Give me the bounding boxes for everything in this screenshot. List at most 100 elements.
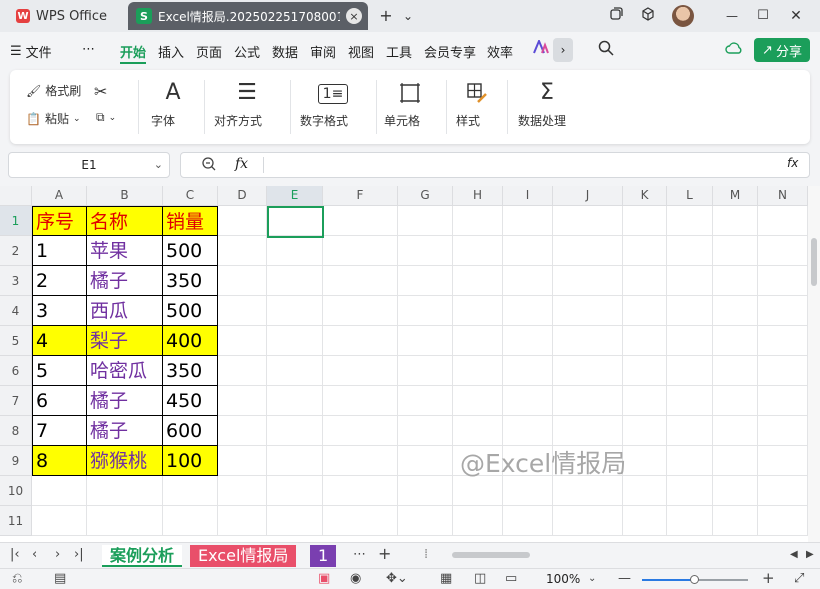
column-header-l[interactable]: L bbox=[667, 186, 713, 206]
empty-cell[interactable] bbox=[713, 386, 758, 416]
data-cell[interactable]: 哈密瓜 bbox=[87, 356, 163, 386]
empty-cell[interactable] bbox=[267, 236, 323, 266]
empty-cell[interactable] bbox=[87, 476, 163, 506]
data-cell[interactable]: 6 bbox=[32, 386, 87, 416]
empty-cell[interactable] bbox=[758, 236, 808, 266]
sheet-tab-excel-bureau[interactable]: Excel情报局 bbox=[190, 545, 297, 567]
empty-cell[interactable] bbox=[713, 476, 758, 506]
eye-icon[interactable]: ◉ bbox=[350, 571, 361, 586]
wps-home-tab[interactable]: W WPS Office bbox=[6, 3, 122, 29]
empty-cell[interactable] bbox=[553, 236, 623, 266]
empty-cell[interactable] bbox=[32, 476, 87, 506]
empty-cell[interactable] bbox=[758, 296, 808, 326]
paste-button[interactable]: 📋 粘贴 ⌄ bbox=[26, 110, 81, 127]
row-header-4[interactable]: 4 bbox=[0, 296, 32, 326]
menu-expand-button[interactable]: › bbox=[553, 38, 573, 62]
empty-cell[interactable] bbox=[267, 296, 323, 326]
ai-icon[interactable] bbox=[533, 38, 549, 58]
font-group[interactable]: A 字体 bbox=[142, 70, 204, 144]
empty-cell[interactable] bbox=[87, 506, 163, 536]
empty-cell[interactable] bbox=[713, 506, 758, 536]
zoom-search-icon[interactable] bbox=[201, 156, 217, 176]
empty-cell[interactable] bbox=[323, 326, 398, 356]
empty-cell[interactable] bbox=[667, 236, 713, 266]
empty-cell[interactable] bbox=[503, 206, 553, 236]
data-cell[interactable]: 梨子 bbox=[87, 326, 163, 356]
page-layout-view-icon[interactable]: ◫ bbox=[474, 571, 486, 586]
empty-cell[interactable] bbox=[667, 506, 713, 536]
more-menu-button[interactable]: ⋯ bbox=[82, 42, 95, 57]
horizontal-scroll-thumb[interactable] bbox=[452, 552, 530, 558]
vertical-scrollbar[interactable] bbox=[808, 186, 820, 542]
empty-cell[interactable] bbox=[667, 416, 713, 446]
empty-cell[interactable] bbox=[453, 266, 503, 296]
empty-cell[interactable] bbox=[453, 476, 503, 506]
menu-view[interactable]: 视图 bbox=[348, 42, 374, 61]
name-box[interactable]: E1 ⌄ bbox=[8, 152, 170, 178]
empty-cell[interactable] bbox=[218, 476, 267, 506]
empty-cell[interactable] bbox=[32, 506, 87, 536]
empty-cell[interactable] bbox=[323, 206, 398, 236]
empty-cell[interactable] bbox=[553, 326, 623, 356]
data-cell[interactable]: 450 bbox=[163, 386, 218, 416]
empty-cell[interactable] bbox=[623, 236, 667, 266]
empty-cell[interactable] bbox=[667, 386, 713, 416]
cloud-sync-icon[interactable] bbox=[725, 40, 743, 60]
empty-cell[interactable] bbox=[398, 506, 453, 536]
fx-icon[interactable]: fx bbox=[235, 156, 248, 172]
empty-cell[interactable] bbox=[398, 416, 453, 446]
prev-sheet-button[interactable]: ‹ bbox=[32, 547, 37, 562]
sheet-tab-1[interactable]: 1 bbox=[310, 545, 337, 567]
empty-cell[interactable] bbox=[267, 506, 323, 536]
empty-cell[interactable] bbox=[503, 476, 553, 506]
row-header-9[interactable]: 9 bbox=[0, 446, 32, 476]
empty-cell[interactable] bbox=[453, 386, 503, 416]
data-cell[interactable]: 西瓜 bbox=[87, 296, 163, 326]
data-cell[interactable]: 5 bbox=[32, 356, 87, 386]
empty-cell[interactable] bbox=[323, 266, 398, 296]
column-header-i[interactable]: I bbox=[503, 186, 553, 206]
empty-cell[interactable] bbox=[503, 266, 553, 296]
data-cell[interactable]: 3 bbox=[32, 296, 87, 326]
empty-cell[interactable] bbox=[713, 416, 758, 446]
empty-cell[interactable] bbox=[323, 236, 398, 266]
empty-cell[interactable] bbox=[323, 386, 398, 416]
empty-cell[interactable] bbox=[453, 326, 503, 356]
data-cell[interactable]: 350 bbox=[163, 356, 218, 386]
last-sheet-button[interactable]: ›| bbox=[74, 547, 84, 562]
column-header-k[interactable]: K bbox=[623, 186, 667, 206]
empty-cell[interactable] bbox=[758, 386, 808, 416]
empty-cell[interactable] bbox=[323, 446, 398, 476]
spreadsheet-grid[interactable]: ABCDEFGHIJKLMN 1 2 3 4 5 6 7 8 9 10 11 序号 名称 销量 1 苹果 50… bbox=[0, 186, 808, 542]
data-cell[interactable]: 2 bbox=[32, 266, 87, 296]
column-header-h[interactable]: H bbox=[453, 186, 503, 206]
normal-view-icon[interactable]: ▦ bbox=[440, 571, 452, 586]
empty-cell[interactable] bbox=[398, 296, 453, 326]
empty-cell[interactable] bbox=[623, 476, 667, 506]
menu-page[interactable]: 页面 bbox=[196, 42, 222, 61]
data-cell[interactable]: 橘子 bbox=[87, 386, 163, 416]
empty-cell[interactable] bbox=[267, 446, 323, 476]
row-header-10[interactable]: 10 bbox=[0, 476, 32, 506]
column-header-e[interactable]: E bbox=[267, 186, 323, 206]
empty-cell[interactable] bbox=[398, 386, 453, 416]
empty-cell[interactable] bbox=[398, 476, 453, 506]
empty-cell[interactable] bbox=[503, 416, 553, 446]
menu-insert[interactable]: 插入 bbox=[158, 42, 184, 61]
search-icon[interactable] bbox=[598, 40, 614, 60]
macro-record-icon[interactable]: ⎌ bbox=[12, 571, 22, 586]
empty-cell[interactable] bbox=[553, 476, 623, 506]
empty-cell[interactable] bbox=[758, 446, 808, 476]
menu-efficiency[interactable]: 效率 bbox=[487, 42, 513, 61]
empty-cell[interactable] bbox=[323, 476, 398, 506]
row-header-1[interactable]: 1 bbox=[0, 206, 32, 236]
data-cell[interactable]: 橘子 bbox=[87, 416, 163, 446]
data-cell[interactable]: 400 bbox=[163, 326, 218, 356]
protect-icon[interactable]: ▣ bbox=[318, 571, 330, 586]
zoom-in-button[interactable]: + bbox=[762, 569, 775, 587]
empty-cell[interactable] bbox=[503, 296, 553, 326]
expand-formula-icon[interactable]: fx bbox=[787, 156, 798, 170]
data-cell[interactable]: 1 bbox=[32, 236, 87, 266]
column-header-n[interactable]: N bbox=[758, 186, 808, 206]
empty-cell[interactable] bbox=[267, 416, 323, 446]
